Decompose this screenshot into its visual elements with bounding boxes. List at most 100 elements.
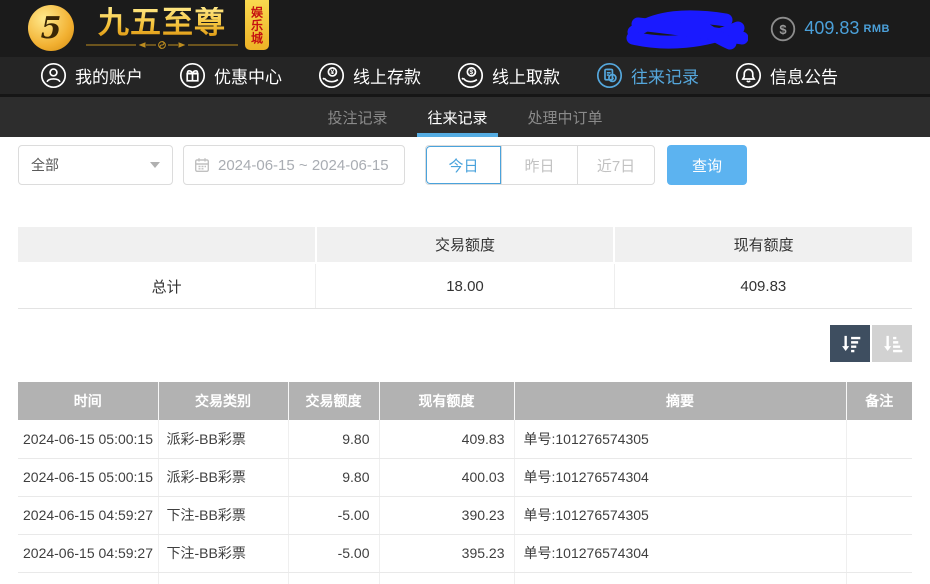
cell-note (846, 496, 912, 534)
summary-table: 交易额度 现有额度 总计 18.00 409.83 (18, 227, 912, 309)
table-row-partial (18, 572, 912, 584)
cell-balance: 390.23 (379, 496, 514, 534)
account-summary: $ 409.83 RMB (626, 0, 930, 57)
type-select[interactable]: 全部 (18, 145, 173, 185)
col-header-balance: 现有额度 (379, 382, 514, 420)
type-select-value: 全部 (31, 155, 59, 175)
transaction-records-icon (596, 62, 623, 89)
brand-badge: 娱乐城 (245, 0, 269, 50)
sort-ascending-button[interactable] (872, 325, 912, 362)
redaction-scribble (626, 8, 748, 50)
col-header-note: 备注 (846, 382, 912, 420)
summary-header-row: 交易额度 现有额度 (18, 227, 912, 262)
brand-block: 九五至尊 (82, 7, 242, 51)
flourish-ornament-icon (82, 40, 242, 50)
cell-note (846, 420, 912, 458)
nav-label: 线上存款 (353, 63, 421, 88)
app-header: 5 九五至尊 娱乐城 (0, 0, 930, 57)
summary-total-balance: 409.83 (615, 264, 912, 308)
date-range-value: 2024-06-15 ~ 2024-06-15 (218, 157, 389, 174)
cell-time: 2024-06-15 05:00:15 (18, 420, 158, 458)
sort-ascending-icon (879, 331, 905, 357)
logo-glyph: 5 (41, 11, 62, 46)
table-row: 2024-06-15 05:00:15 派彩-BB彩票 9.80 409.83 … (18, 420, 912, 458)
range-label: 近7日 (597, 155, 635, 176)
col-header-time: 时间 (18, 382, 158, 420)
cell-amount: -5.00 (288, 534, 379, 572)
nav-item-promotions[interactable]: 优惠中心 (179, 62, 282, 89)
nav-label: 信息公告 (770, 63, 838, 88)
nav-item-my-account[interactable]: 我的账户 (40, 62, 143, 89)
range-today-button[interactable]: 今日 (426, 146, 502, 184)
table-row: 2024-06-15 04:59:27 下注-BB彩票 -5.00 395.23… (18, 534, 912, 572)
balance-currency: RMB (863, 23, 890, 35)
nav-label: 优惠中心 (214, 63, 282, 88)
cell-amount: 9.80 (288, 420, 379, 458)
nav-label: 我的账户 (75, 63, 143, 88)
cell-note (846, 458, 912, 496)
date-range-input[interactable]: 2024-06-15 ~ 2024-06-15 (183, 145, 405, 185)
svg-text:¥: ¥ (331, 69, 335, 76)
cell-time: 2024-06-15 05:00:15 (18, 458, 158, 496)
tab-label: 往来记录 (427, 107, 487, 128)
range-label: 今日 (448, 155, 478, 176)
filter-bar: 全部 2024-06-15 ~ 2024-06-15 今日 昨日 近7日 查询 (18, 145, 912, 185)
user-icon (40, 62, 67, 89)
cell-balance: 395.23 (379, 534, 514, 572)
cell-amount: 9.80 (288, 458, 379, 496)
nav-item-transaction-records[interactable]: 往来记录 (596, 62, 699, 89)
cell-amount: -5.00 (288, 496, 379, 534)
tab-bet-records[interactable]: 投注记录 (323, 97, 391, 137)
site-logo[interactable]: 5 九五至尊 娱乐城 (28, 0, 269, 51)
cell-type: 下注-BB彩票 (158, 534, 288, 572)
tab-label: 投注记录 (327, 107, 387, 128)
cell-balance: 400.03 (379, 458, 514, 496)
summary-header-balance: 现有额度 (615, 227, 912, 262)
record-subtabs: 投注记录 往来记录 处理中订单 (0, 97, 930, 137)
main-nav: 我的账户 优惠中心 ¥ 线上存款 $ 线上取款 (0, 57, 930, 97)
calendar-icon (194, 157, 210, 173)
cell-type: 派彩-BB彩票 (158, 458, 288, 496)
cell-note (846, 534, 912, 572)
cell-balance: 409.83 (379, 420, 514, 458)
cell-time: 2024-06-15 04:59:27 (18, 496, 158, 534)
sort-descending-button[interactable] (830, 325, 870, 362)
summary-total-label: 总计 (18, 264, 316, 308)
nav-item-withdraw[interactable]: $ 线上取款 (457, 62, 560, 89)
records-header-row: 时间 交易类别 交易额度 现有额度 摘要 备注 (18, 382, 912, 420)
cell-time: 2024-06-15 04:59:27 (18, 534, 158, 572)
summary-total-transaction: 18.00 (316, 264, 614, 308)
sort-descending-icon (837, 331, 863, 357)
tab-label: 处理中订单 (528, 107, 603, 128)
col-header-amount: 交易额度 (288, 382, 379, 420)
nav-item-deposit[interactable]: ¥ 线上存款 (318, 62, 421, 89)
brand-title: 九五至尊 (82, 7, 242, 39)
deposit-hand-coin-icon: ¥ (318, 62, 345, 89)
main-content: 全部 2024-06-15 ~ 2024-06-15 今日 昨日 近7日 查询 (0, 145, 930, 584)
withdraw-hand-coin-icon: $ (457, 62, 484, 89)
nav-label: 往来记录 (631, 63, 699, 88)
svg-text:$: $ (470, 69, 474, 76)
dollar-coin-icon: $ (770, 16, 796, 42)
range-last7days-button[interactable]: 近7日 (578, 146, 654, 184)
cell-type: 下注-BB彩票 (158, 496, 288, 534)
nav-item-announcements[interactable]: 信息公告 (735, 62, 838, 89)
query-button[interactable]: 查询 (667, 145, 747, 185)
quick-range-group: 今日 昨日 近7日 (425, 145, 655, 185)
table-row: 2024-06-15 04:59:27 下注-BB彩票 -5.00 390.23… (18, 496, 912, 534)
summary-total-row: 总计 18.00 409.83 (18, 264, 912, 309)
records-table: 时间 交易类别 交易额度 现有额度 摘要 备注 2024-06-15 05:00… (18, 382, 912, 584)
logo-95-icon: 5 (28, 5, 74, 51)
summary-header-blank (18, 227, 317, 262)
cell-summary: 单号:101276574304 (514, 458, 846, 496)
chevron-down-icon (150, 162, 160, 168)
range-label: 昨日 (524, 155, 554, 176)
svg-text:$: $ (780, 21, 788, 36)
range-yesterday-button[interactable]: 昨日 (502, 146, 578, 184)
tab-transaction-records[interactable]: 往来记录 (423, 97, 491, 137)
table-row: 2024-06-15 05:00:15 派彩-BB彩票 9.80 400.03 … (18, 458, 912, 496)
tab-pending-orders[interactable]: 处理中订单 (524, 97, 607, 137)
col-header-summary: 摘要 (514, 382, 846, 420)
cell-summary: 单号:101276574305 (514, 496, 846, 534)
gift-icon (179, 62, 206, 89)
